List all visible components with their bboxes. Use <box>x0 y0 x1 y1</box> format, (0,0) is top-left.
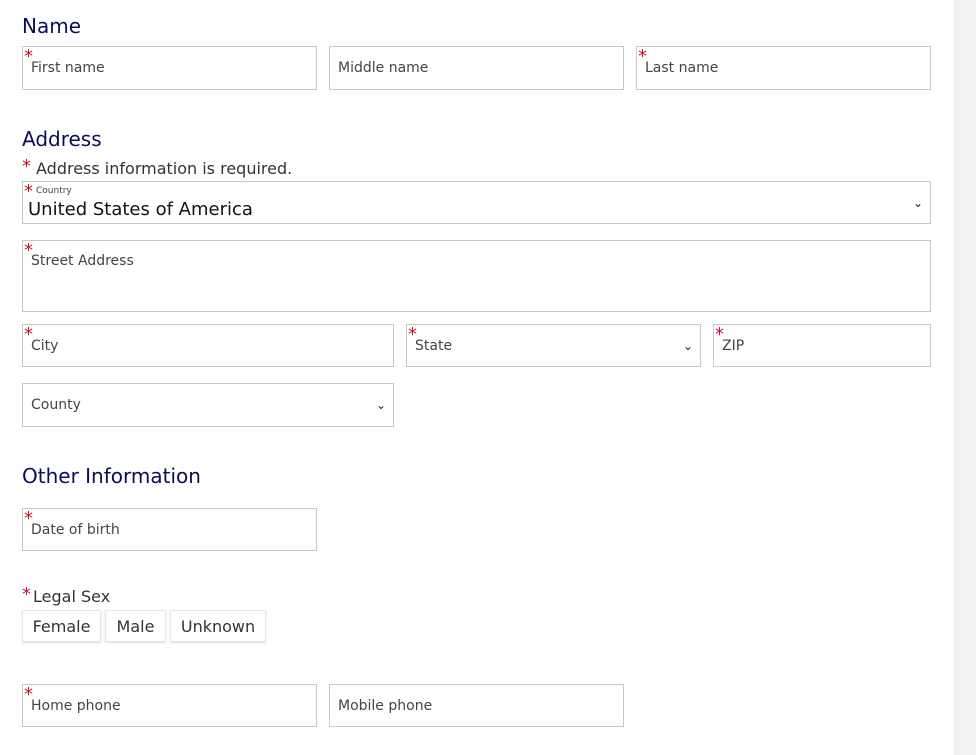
home-phone-required-marker: * <box>24 684 33 705</box>
county-placeholder: County <box>31 397 81 413</box>
legal-sex-label: Legal Sex <box>33 587 111 606</box>
home-phone-field[interactable]: Home phone <box>22 684 317 727</box>
state-placeholder: State <box>415 337 453 354</box>
country-select[interactable]: Country United States of America ⌄ <box>22 181 931 224</box>
last-name-placeholder: Last name <box>645 60 719 76</box>
middle-name-placeholder: Middle name <box>338 60 429 76</box>
section-title-name: Name <box>22 14 82 38</box>
mobile-phone-placeholder: Mobile phone <box>338 697 433 714</box>
section-title-address: Address <box>22 127 102 151</box>
legal-sex-required-marker: * <box>22 584 31 605</box>
address-required-marker: * <box>22 156 31 177</box>
first-name-placeholder: First name <box>31 60 105 76</box>
city-required-marker: * <box>24 324 33 345</box>
registration-form: Name First name * Middle name Last name … <box>0 0 953 755</box>
legal-sex-option-male[interactable]: Male <box>105 610 166 642</box>
last-name-field[interactable]: Last name <box>636 46 931 90</box>
chevron-down-icon: ⌄ <box>682 338 693 353</box>
middle-name-field[interactable]: Middle name <box>329 46 624 90</box>
first-name-required-marker: * <box>24 46 33 67</box>
home-phone-placeholder: Home phone <box>31 697 121 714</box>
legal-sex-option-female[interactable]: Female <box>22 610 101 642</box>
date-of-birth-placeholder: Date of birth <box>31 521 120 538</box>
country-required-marker: * <box>24 181 33 202</box>
street-address-field[interactable]: Street Address <box>22 240 931 312</box>
street-address-placeholder: Street Address <box>31 253 134 269</box>
zip-placeholder: ZIP <box>722 337 745 354</box>
state-required-marker: * <box>408 324 417 345</box>
zip-field[interactable]: ZIP <box>713 324 931 367</box>
mobile-phone-field[interactable]: Mobile phone <box>329 684 624 727</box>
dob-required-marker: * <box>24 508 33 529</box>
state-select[interactable]: State ⌄ <box>406 324 701 367</box>
legal-sex-option-unknown[interactable]: Unknown <box>170 610 266 642</box>
chevron-down-icon: ⌄ <box>375 398 386 412</box>
last-name-required-marker: * <box>638 46 647 67</box>
city-field[interactable]: City <box>22 324 394 367</box>
city-placeholder: City <box>31 337 59 354</box>
address-required-note: Address information is required. <box>36 159 293 178</box>
date-of-birth-field[interactable]: Date of birth <box>22 508 317 551</box>
section-title-other-information: Other Information <box>22 464 201 488</box>
zip-required-marker: * <box>715 324 724 345</box>
chevron-down-icon: ⌄ <box>912 195 923 210</box>
street-required-marker: * <box>24 240 33 261</box>
first-name-field[interactable]: First name <box>22 46 317 90</box>
country-label: Country <box>36 186 72 196</box>
country-value: United States of America <box>28 199 253 220</box>
county-select[interactable]: County ⌄ <box>22 383 394 427</box>
